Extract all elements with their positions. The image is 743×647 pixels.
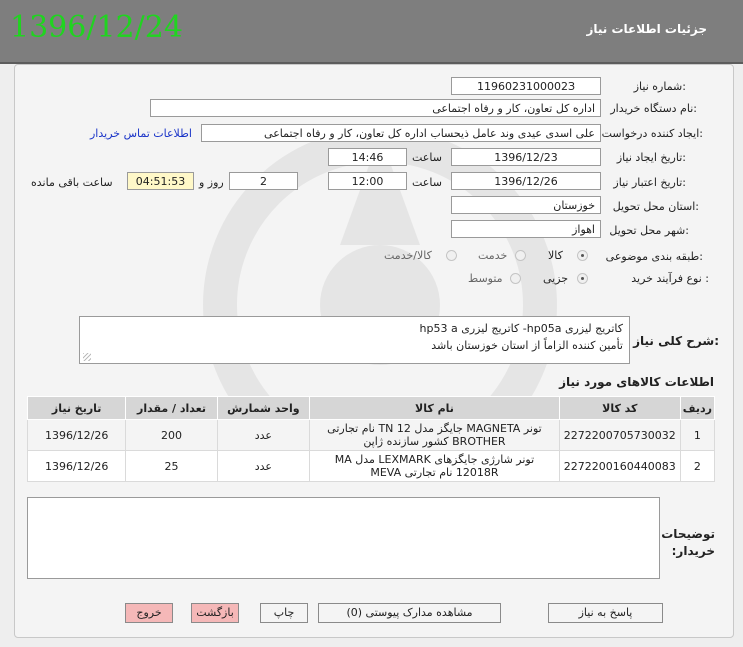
col-unit: واحد شمارش bbox=[216, 396, 311, 420]
cell-name: تونر MAGNETA جایگز مدل 12 TN نام تجارتی … bbox=[309, 419, 560, 451]
delivery-province-field: خوزستان bbox=[451, 196, 601, 214]
back-button[interactable]: بازگشت bbox=[191, 603, 239, 623]
cell-unit: عدد bbox=[216, 419, 311, 451]
buyer-notes-box bbox=[27, 497, 660, 579]
col-qty: تعداد / مقدار bbox=[125, 396, 218, 420]
goods-table-header: ردیف کد کالا نام کالا واحد شمارش تعداد /… bbox=[26, 396, 716, 420]
summary-label: شرح کلی نیاز: bbox=[633, 334, 719, 348]
cell-qty: 200 bbox=[125, 419, 218, 451]
need-number-field: 1196023100002З bbox=[451, 77, 601, 95]
cell-row: 2 bbox=[679, 450, 716, 482]
summary-line-2: تأمین کننده الزاماً از استان خوزستان باش… bbox=[431, 339, 623, 352]
need-number-label: شماره نیاز: bbox=[633, 80, 686, 93]
buyer-contact-link[interactable]: اطلاعات تماس خریدار bbox=[90, 127, 192, 140]
goods-table: ردیف کد کالا نام کالا واحد شمارش تعداد /… bbox=[26, 396, 716, 482]
category-label: طبقه بندی موضوعی: bbox=[605, 250, 703, 263]
buyer-org-field: اداره کل تعاون، کار و رفاه اجتماعی bbox=[150, 99, 601, 117]
cell-code: 2272200705730032 bbox=[558, 419, 681, 451]
category-option-both: کالا/خدمت bbox=[384, 249, 432, 262]
category-radio-service[interactable] bbox=[515, 250, 526, 261]
delivery-city-label: شهر محل تحویل: bbox=[609, 224, 689, 237]
validity-time-field: 12:00 bbox=[328, 172, 407, 190]
time-remaining-label: ساعت باقی مانده bbox=[31, 176, 113, 189]
purchase-type-label: نوع فرآیند خرید : bbox=[631, 272, 709, 285]
cell-row: 1 bbox=[679, 419, 716, 451]
created-time-field: 14:46 bbox=[328, 148, 407, 166]
requester-field: علی اسدی عیدی وند عامل ذیحساب اداره کل ت… bbox=[201, 124, 601, 142]
created-date-field: 1396/12/23 bbox=[451, 148, 601, 166]
col-name: نام کالا bbox=[309, 396, 560, 420]
requester-label: ایجاد کننده درخواست: bbox=[601, 127, 703, 140]
attachments-button[interactable]: مشاهده مدارک پیوستی (0) bbox=[318, 603, 501, 623]
cell-date: 1396/12/26 bbox=[26, 419, 127, 451]
cell-date: 1396/12/26 bbox=[26, 450, 127, 482]
created-time-label: ساعت bbox=[412, 151, 442, 164]
category-option-service: خدمت bbox=[478, 249, 508, 262]
header-title: جزئیات اطلاعات نیاز bbox=[586, 22, 707, 36]
validity-date-field: 1396/12/26 bbox=[451, 172, 601, 190]
time-remaining-field: 04:51:53 bbox=[127, 172, 194, 190]
cell-unit: عدد bbox=[216, 450, 311, 482]
header-date: 1396/12/24 bbox=[10, 10, 183, 45]
validity-date-label: تاریخ اعتبار نیاز: bbox=[613, 176, 686, 189]
validity-time-label: ساعت bbox=[412, 176, 442, 189]
purchase-option-minor: جزیی bbox=[543, 272, 569, 285]
reply-button[interactable]: پاسخ به نیاز bbox=[548, 603, 663, 623]
buyer-org-label: نام دستگاه خریدار: bbox=[610, 102, 697, 115]
print-button[interactable]: چاپ bbox=[260, 603, 308, 623]
cell-qty: 25 bbox=[125, 450, 218, 482]
exit-button[interactable]: خروج bbox=[125, 603, 173, 623]
days-remaining-field: 2 bbox=[229, 172, 298, 190]
col-code: کد کالا bbox=[558, 396, 681, 420]
col-row: ردیف bbox=[679, 396, 716, 420]
goods-section-title: اطلاعات کالاهای مورد نیاز bbox=[559, 375, 714, 389]
resize-handle[interactable] bbox=[83, 353, 91, 361]
col-date: تاریخ نیاز bbox=[26, 396, 127, 420]
category-radio-goods[interactable] bbox=[577, 250, 588, 261]
days-label: روز و bbox=[199, 176, 224, 189]
buyer-notes-label: توضیحات خریدار: bbox=[661, 527, 715, 558]
summary-line-1: کاتریج لیزری hp05a- کاتریج لیزری hp53 a bbox=[419, 322, 623, 335]
purchase-radio-minor[interactable] bbox=[577, 273, 588, 284]
purchase-radio-medium[interactable] bbox=[510, 273, 521, 284]
category-radio-both[interactable] bbox=[446, 250, 457, 261]
cell-name: تونر شارژی جایگزهای LEXMARK مدل MA 12018… bbox=[309, 450, 560, 482]
cell-code: 2272200160440083 bbox=[558, 450, 681, 482]
created-date-label: تاریخ ایجاد نیاز: bbox=[616, 151, 686, 164]
delivery-province-label: استان محل تحویل: bbox=[612, 200, 699, 213]
summary-textarea[interactable]: کاتریج لیزری hp05a- کاتریج لیزری hp53 a … bbox=[79, 316, 630, 364]
delivery-city-field: اهواز bbox=[451, 220, 601, 238]
table-row: 2 2272200160440083 تونر شارژی جایگزهای L… bbox=[26, 450, 716, 482]
table-row: 1 2272200705730032 تونر MAGNETA جایگز مد… bbox=[26, 419, 716, 451]
page-header: 1396/12/24 جزئیات اطلاعات نیاز bbox=[0, 0, 743, 64]
category-option-goods: کالا bbox=[548, 249, 563, 262]
purchase-option-medium: متوسط bbox=[468, 272, 503, 285]
